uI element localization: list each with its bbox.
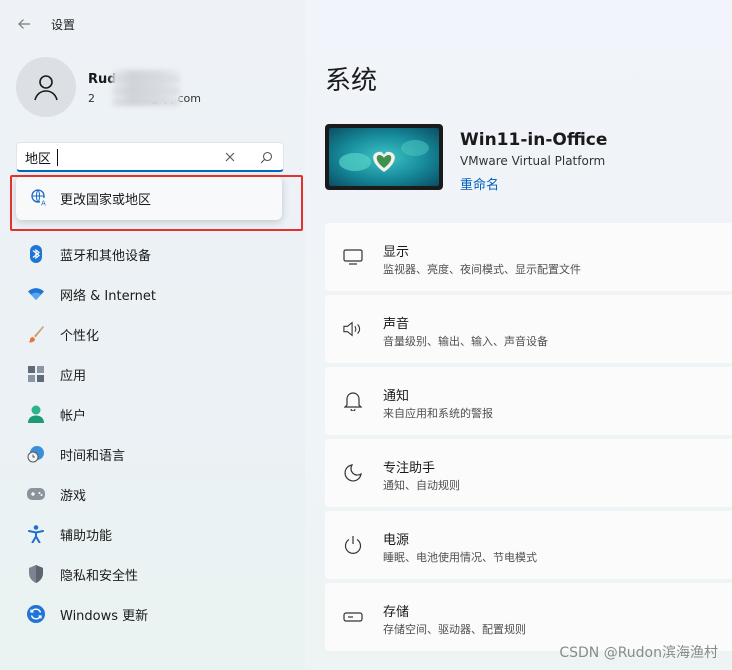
bluetooth-icon [26, 244, 46, 264]
back-arrow-icon [18, 19, 30, 29]
sidebar-item-label: 帐户 [60, 408, 87, 424]
device-thumbnail [325, 124, 443, 190]
gamepad-icon [26, 484, 46, 504]
moon-icon [343, 463, 363, 483]
sidebar-item-label: 个性化 [60, 328, 100, 344]
sidebar-item-apps[interactable]: 应用 [16, 354, 296, 394]
sidebar-item-label: 应用 [60, 368, 87, 384]
card-title: 存储 [383, 605, 410, 620]
search-input[interactable] [25, 147, 215, 167]
card-subtitle: 监视器、亮度、夜间模式、显示配置文件 [383, 263, 581, 276]
person-icon [34, 75, 58, 101]
card-notifications[interactable]: 通知 来自应用和系统的警报 [325, 367, 732, 435]
wifi-icon [26, 284, 46, 304]
watermark: CSDN @Rudon滨海渔村 [559, 645, 718, 661]
page-title: 系统 [325, 66, 378, 96]
card-title: 通知 [383, 389, 410, 404]
device-info: Win11-in-Office VMware Virtual Platform … [325, 124, 725, 193]
search-button[interactable] [257, 148, 275, 166]
sidebar: 设置 Rud 2@qq.com [0, 0, 305, 670]
sidebar-item-gaming[interactable]: 游戏 [16, 474, 296, 514]
card-focus-assist[interactable]: 专注助手 通知、自动规则 [325, 439, 732, 507]
time-language-icon [26, 444, 46, 464]
display-icon [343, 247, 363, 267]
nav-list: 蓝牙和其他设备 网络 & Internet 个性化 应用 帐户 时间和语言 游戏… [16, 234, 296, 634]
card-power[interactable]: 电源 睡眠、电池使用情况、节电模式 [325, 511, 732, 579]
sidebar-item-network[interactable]: 网络 & Internet [16, 274, 296, 314]
search-box[interactable] [16, 142, 284, 172]
sidebar-item-label: 蓝牙和其他设备 [60, 248, 152, 264]
sidebar-item-accounts[interactable]: 帐户 [16, 394, 296, 434]
main-content: 系统 Win11-in-Office VMware Virtual Platfo [305, 0, 732, 670]
rename-link[interactable]: 重命名 [460, 174, 499, 193]
avatar [16, 57, 76, 117]
card-storage[interactable]: 存储 存储空间、驱动器、配置规则 [325, 583, 732, 651]
account-icon [26, 404, 46, 424]
title-bar: 设置 [0, 0, 305, 48]
card-title: 显示 [383, 245, 410, 260]
card-subtitle: 睡眠、电池使用情况、节电模式 [383, 551, 537, 564]
search-suggestion[interactable]: A 更改国家或地区 [16, 176, 282, 220]
card-title: 声音 [383, 317, 410, 332]
text-caret [57, 149, 58, 166]
card-title: 电源 [383, 533, 410, 548]
sidebar-item-label: 辅助功能 [60, 528, 113, 544]
sidebar-item-label: 时间和语言 [60, 448, 126, 464]
sidebar-item-label: Windows 更新 [60, 608, 149, 624]
close-icon [225, 152, 235, 162]
sidebar-item-accessibility[interactable]: 辅助功能 [16, 514, 296, 554]
email-prefix: 2 [88, 92, 95, 105]
card-title: 专注助手 [383, 461, 436, 476]
privacy-blur [112, 70, 180, 106]
card-subtitle: 来自应用和系统的警报 [383, 407, 493, 420]
search-icon [260, 151, 272, 163]
sidebar-item-bluetooth[interactable]: 蓝牙和其他设备 [16, 234, 296, 274]
device-platform: VMware Virtual Platform [460, 154, 606, 168]
sidebar-item-privacy[interactable]: 隐私和安全性 [16, 554, 296, 594]
sidebar-item-personalization[interactable]: 个性化 [16, 314, 296, 354]
back-button[interactable] [12, 12, 36, 36]
sidebar-item-label: 游戏 [60, 488, 87, 504]
card-subtitle: 音量级别、输出、输入、声音设备 [383, 335, 548, 348]
speaker-icon [343, 319, 363, 339]
island-wallpaper-image [329, 128, 439, 186]
suggestion-label: 更改国家或地区 [60, 193, 152, 208]
card-subtitle: 存储空间、驱动器、配置规则 [383, 623, 526, 636]
brush-icon [26, 324, 46, 344]
app-title: 设置 [51, 18, 76, 32]
card-display[interactable]: 显示 监视器、亮度、夜间模式、显示配置文件 [325, 223, 732, 291]
card-sound[interactable]: 声音 音量级别、输出、输入、声音设备 [325, 295, 732, 363]
sidebar-item-time-language[interactable]: 时间和语言 [16, 434, 296, 474]
clear-search-button[interactable] [221, 148, 239, 166]
power-icon [343, 535, 363, 555]
storage-icon [343, 607, 363, 627]
sidebar-item-label: 隐私和安全性 [60, 568, 139, 584]
apps-icon [26, 364, 46, 384]
bell-icon [343, 391, 363, 411]
update-icon [26, 604, 46, 624]
settings-cards: 显示 监视器、亮度、夜间模式、显示配置文件 声音 音量级别、输出、输入、声音设备… [325, 223, 732, 655]
sidebar-item-windows-update[interactable]: Windows 更新 [16, 594, 296, 634]
accessibility-icon [26, 524, 46, 544]
card-subtitle: 通知、自动规则 [383, 479, 460, 492]
user-profile[interactable]: Rud 2@qq.com [16, 56, 296, 118]
shield-icon [26, 564, 46, 584]
svg-text:A: A [41, 200, 46, 208]
device-name: Win11-in-Office [460, 130, 608, 150]
sidebar-item-label: 网络 & Internet [60, 288, 157, 304]
region-language-icon: A [31, 189, 49, 208]
